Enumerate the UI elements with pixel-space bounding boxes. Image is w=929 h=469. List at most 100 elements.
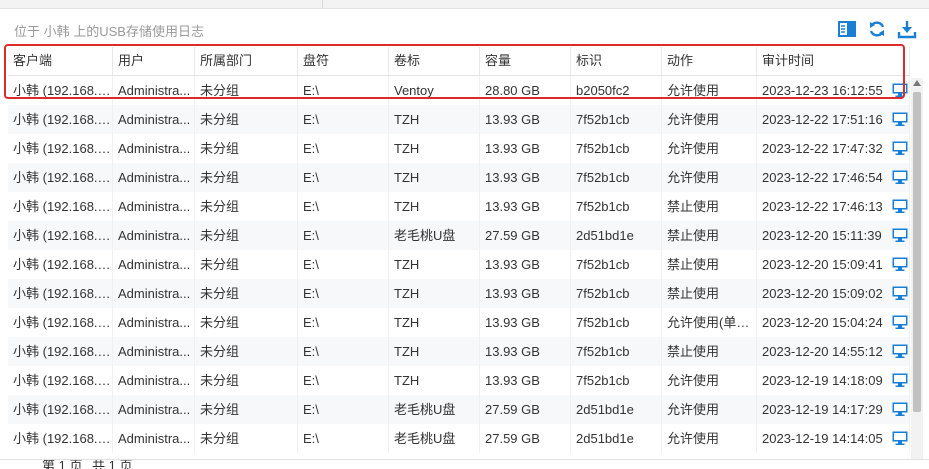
- cell-user: Administra...: [113, 134, 195, 163]
- download-icon[interactable]: [897, 19, 917, 39]
- cell-capacity: 13.93 GB: [480, 105, 571, 134]
- cell-id: 7f52b1cb: [571, 105, 662, 134]
- cell-volume: Ventoy: [389, 76, 480, 105]
- cell-user: Administra...: [113, 308, 195, 337]
- vertical-scrollbar[interactable]: [911, 78, 923, 459]
- cell-volume: TZH: [389, 105, 480, 134]
- table-row[interactable]: 小韩 (192.168.3... Administra... 未分组 E:\ TZH 13…: [8, 366, 910, 395]
- cell-audit-time: 2023-12-20 14:55:12: [757, 337, 910, 366]
- cell-department: 未分组: [195, 192, 298, 221]
- monitor-icon[interactable]: [892, 257, 908, 271]
- cell-id: 7f52b1cb: [571, 250, 662, 279]
- cell-volume: TZH: [389, 366, 480, 395]
- table-row[interactable]: 小韩 (192.168.3... Administra... 未分组 E:\ 老毛桃U盘…: [8, 221, 910, 250]
- monitor-icon[interactable]: [892, 83, 908, 97]
- monitor-icon[interactable]: [892, 373, 908, 387]
- scroll-up-arrow-icon[interactable]: [913, 80, 921, 86]
- table-body: 小韩 (192.168.3... Administra... 未分组 E:\ Vento…: [8, 76, 910, 453]
- header-user[interactable]: 用户: [113, 47, 195, 75]
- cell-user: Administra...: [113, 163, 195, 192]
- table-row[interactable]: 小韩 (192.168.3... Administra... 未分组 E:\ TZH 13…: [8, 105, 910, 134]
- cell-user: Administra...: [113, 250, 195, 279]
- cell-client: 小韩 (192.168.3...: [8, 163, 113, 192]
- cell-audit-time: 2023-12-19 14:17:29: [757, 395, 910, 424]
- table-row[interactable]: 小韩 (192.168.3... Administra... 未分组 E:\ Vento…: [8, 76, 910, 105]
- table-row[interactable]: 小韩 (192.168.3... Administra... 未分组 E:\ TZH 13…: [8, 250, 910, 279]
- cell-drive: E:\: [298, 163, 389, 192]
- header-volume[interactable]: 卷标: [389, 47, 480, 75]
- header-client[interactable]: 客户端: [8, 47, 113, 75]
- cell-client: 小韩 (192.168.3...: [8, 192, 113, 221]
- cell-audit-time: 2023-12-20 15:09:41: [757, 250, 910, 279]
- cell-drive: E:\: [298, 250, 389, 279]
- cell-drive: E:\: [298, 308, 389, 337]
- cell-id: 2d51bd1e: [571, 424, 662, 453]
- cell-department: 未分组: [195, 105, 298, 134]
- monitor-icon[interactable]: [892, 112, 908, 126]
- cell-user: Administra...: [113, 337, 195, 366]
- header-id[interactable]: 标识: [571, 47, 662, 75]
- cell-capacity: 27.59 GB: [480, 221, 571, 250]
- cell-volume: 老毛桃U盘: [389, 395, 480, 424]
- table-row[interactable]: 小韩 (192.168.3... Administra... 未分组 E:\ TZH 13…: [8, 279, 910, 308]
- cell-audit-time: 2023-12-20 15:09:02: [757, 279, 910, 308]
- monitor-icon[interactable]: [892, 141, 908, 155]
- table-row[interactable]: 小韩 (192.168.3... Administra... 未分组 E:\ 老毛桃U盘…: [8, 424, 910, 453]
- cell-action: 禁止使用: [662, 192, 757, 221]
- header-department[interactable]: 所属部门: [195, 47, 298, 75]
- cell-department: 未分组: [195, 250, 298, 279]
- cell-user: Administra...: [113, 366, 195, 395]
- monitor-icon[interactable]: [892, 170, 908, 184]
- monitor-icon[interactable]: [892, 315, 908, 329]
- table-row[interactable]: 小韩 (192.168.3... Administra... 未分组 E:\ TZH 13…: [8, 192, 910, 221]
- monitor-icon[interactable]: [892, 344, 908, 358]
- cell-department: 未分组: [195, 221, 298, 250]
- cell-id: 7f52b1cb: [571, 192, 662, 221]
- panel-header: 位于 小韩 上的USB存储使用日志: [0, 9, 929, 47]
- table-row[interactable]: 小韩 (192.168.3... Administra... 未分组 E:\ TZH 13…: [8, 163, 910, 192]
- refresh-icon[interactable]: [867, 19, 887, 39]
- header-action[interactable]: 动作: [662, 47, 757, 75]
- cell-client: 小韩 (192.168.3...: [8, 250, 113, 279]
- cell-user: Administra...: [113, 105, 195, 134]
- table-row[interactable]: 小韩 (192.168.3... Administra... 未分组 E:\ 老毛桃U盘…: [8, 395, 910, 424]
- page-title: 位于 小韩 上的USB存储使用日志: [14, 24, 204, 39]
- cell-department: 未分组: [195, 366, 298, 395]
- header-audit-time[interactable]: 审计时间: [757, 47, 910, 75]
- monitor-icon[interactable]: [892, 402, 908, 416]
- cell-volume: TZH: [389, 250, 480, 279]
- cell-client: 小韩 (192.168.3...: [8, 395, 113, 424]
- header-drive[interactable]: 盘符: [298, 47, 389, 75]
- cell-client: 小韩 (192.168.3...: [8, 105, 113, 134]
- monitor-icon[interactable]: [892, 228, 908, 242]
- cell-department: 未分组: [195, 395, 298, 424]
- cell-id: 7f52b1cb: [571, 134, 662, 163]
- scrollbar-thumb[interactable]: [913, 92, 921, 412]
- table-row[interactable]: 小韩 (192.168.3... Administra... 未分组 E:\ TZH 13…: [8, 337, 910, 366]
- cell-department: 未分组: [195, 134, 298, 163]
- cell-drive: E:\: [298, 105, 389, 134]
- cell-client: 小韩 (192.168.3...: [8, 76, 113, 105]
- table-row[interactable]: 小韩 (192.168.3... Administra... 未分组 E:\ TZH 13…: [8, 134, 910, 163]
- monitor-icon[interactable]: [892, 199, 908, 213]
- cell-id: 7f52b1cb: [571, 279, 662, 308]
- cell-volume: TZH: [389, 163, 480, 192]
- columns-icon[interactable]: [837, 19, 857, 39]
- cell-audit-time: 2023-12-22 17:46:13: [757, 192, 910, 221]
- cell-audit-time: 2023-12-20 15:04:24: [757, 308, 910, 337]
- cell-client: 小韩 (192.168.3...: [8, 366, 113, 395]
- cell-capacity: 27.59 GB: [480, 395, 571, 424]
- cell-capacity: 13.93 GB: [480, 192, 571, 221]
- cell-client: 小韩 (192.168.3...: [8, 134, 113, 163]
- cell-capacity: 13.93 GB: [480, 366, 571, 395]
- monitor-icon[interactable]: [892, 431, 908, 445]
- cell-department: 未分组: [195, 308, 298, 337]
- cell-action: 允许使用: [662, 366, 757, 395]
- cell-volume: 老毛桃U盘: [389, 424, 480, 453]
- cell-action: 允许使用: [662, 76, 757, 105]
- table-row[interactable]: 小韩 (192.168.3... Administra... 未分组 E:\ TZH 13…: [8, 308, 910, 337]
- monitor-icon[interactable]: [892, 286, 908, 300]
- header-capacity[interactable]: 容量: [480, 47, 571, 75]
- cell-drive: E:\: [298, 279, 389, 308]
- cell-audit-time: 2023-12-22 17:46:54: [757, 163, 910, 192]
